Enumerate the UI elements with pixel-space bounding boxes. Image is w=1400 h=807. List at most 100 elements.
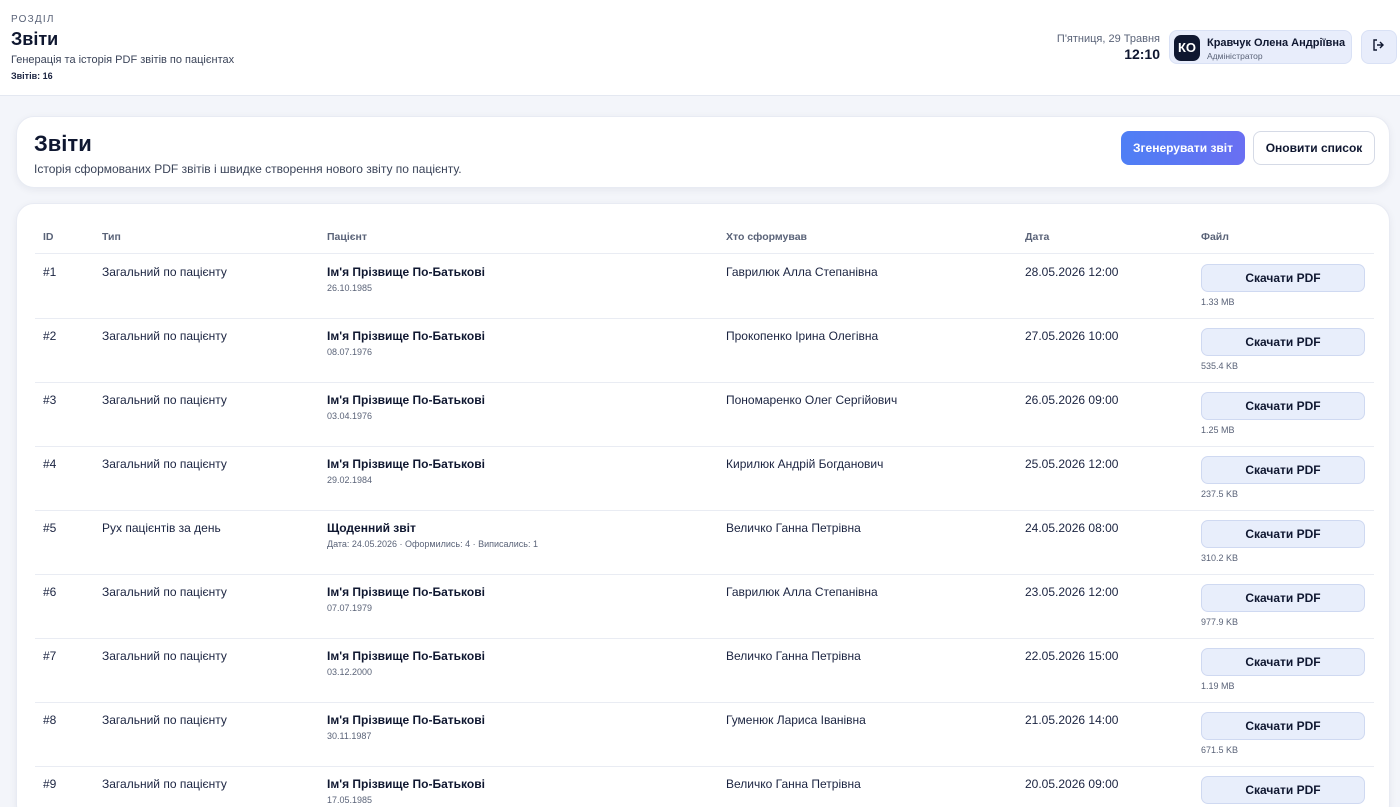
patient-name: Ім'я Прізвище По-Батькові bbox=[327, 777, 485, 791]
user-profile[interactable]: КО Кравчук Олена Андріївна Адміністратор bbox=[1169, 30, 1352, 64]
report-date: 27.05.2026 10:00 bbox=[1025, 329, 1119, 343]
report-date: 28.05.2026 12:00 bbox=[1025, 265, 1119, 279]
report-patient: Ім'я Прізвище По-Батькові 08.07.1976 bbox=[327, 329, 485, 357]
file-size: 671.5 KB bbox=[1201, 745, 1239, 755]
patient-details: 08.07.1976 bbox=[327, 347, 373, 357]
patient-name: Ім'я Прізвище По-Батькові bbox=[327, 585, 485, 599]
section-label: Розділ bbox=[11, 14, 55, 25]
patient-name: Ім'я Прізвище По-Батькові bbox=[327, 329, 485, 343]
report-id: #5 bbox=[43, 521, 57, 535]
report-file: Скачати PDF 671.5 KB bbox=[1201, 712, 1365, 755]
report-patient: Ім'я Прізвище По-Батькові 03.12.2000 bbox=[327, 649, 485, 677]
patient-details: 26.10.1985 bbox=[327, 283, 373, 293]
report-type: Загальний по пацієнту bbox=[102, 585, 227, 599]
page-subtitle: Генерація та історія PDF звітів по паціє… bbox=[11, 54, 235, 66]
report-patient: Щоденний звіт Дата: 24.05.2026 · Оформил… bbox=[327, 521, 538, 549]
logout-icon bbox=[1372, 38, 1386, 57]
report-author: Пономаренко Олег Сергійович bbox=[726, 393, 898, 407]
report-id: #9 bbox=[43, 777, 57, 791]
download-pdf-button[interactable]: Скачати PDF bbox=[1201, 648, 1365, 676]
download-pdf-button[interactable]: Скачати PDF bbox=[1201, 776, 1365, 804]
report-file: Скачати PDF 535.4 KB bbox=[1201, 328, 1365, 371]
table-row: #4 Загальний по пацієнту Ім'я Прізвище П… bbox=[35, 447, 1374, 511]
report-date: 20.05.2026 09:00 bbox=[1025, 777, 1119, 791]
report-date: 24.05.2026 08:00 bbox=[1025, 521, 1119, 535]
file-size: 310.2 KB bbox=[1201, 553, 1239, 563]
patient-details: 03.04.1976 bbox=[327, 411, 373, 421]
reports-count: Звітів: 16 bbox=[11, 71, 53, 81]
report-author: Прокопенко Ірина Олегівна bbox=[726, 329, 879, 343]
table-row: #2 Загальний по пацієнту Ім'я Прізвище П… bbox=[35, 319, 1374, 383]
card-subtitle: Історія сформованих PDF звітів і швидке … bbox=[34, 162, 462, 176]
report-id: #8 bbox=[43, 713, 57, 727]
download-pdf-button[interactable]: Скачати PDF bbox=[1201, 392, 1365, 420]
report-patient: Ім'я Прізвище По-Батькові 26.10.1985 bbox=[327, 265, 485, 293]
table-row: #8 Загальний по пацієнту Ім'я Прізвище П… bbox=[35, 703, 1374, 767]
report-type: Загальний по пацієнту bbox=[102, 329, 227, 343]
table-row: #5 Рух пацієнтів за день Щоденний звіт Д… bbox=[35, 511, 1374, 575]
table-row: #7 Загальний по пацієнту Ім'я Прізвище П… bbox=[35, 639, 1374, 703]
report-author: Величко Ганна Петрівна bbox=[726, 777, 861, 791]
column-header-date[interactable]: Дата bbox=[1025, 231, 1049, 243]
patient-name: Ім'я Прізвище По-Батькові bbox=[327, 265, 485, 279]
table-header: ID Тип Пацієнт Хто сформував Дата Файл bbox=[35, 226, 1374, 254]
file-size: 977.9 KB bbox=[1201, 617, 1239, 627]
report-id: #1 bbox=[43, 265, 57, 279]
report-id: #6 bbox=[43, 585, 57, 599]
current-date: П'ятниця, 29 Травня bbox=[1056, 33, 1160, 45]
report-file: Скачати PDF bbox=[1201, 776, 1365, 807]
column-header-file[interactable]: Файл bbox=[1201, 231, 1229, 243]
patient-details: 03.12.2000 bbox=[327, 667, 373, 677]
download-pdf-button[interactable]: Скачати PDF bbox=[1201, 264, 1365, 292]
patient-name: Ім'я Прізвище По-Батькові bbox=[327, 457, 485, 471]
file-size: 1.19 MB bbox=[1201, 681, 1235, 691]
generate-report-button[interactable]: Згенерувати звіт bbox=[1121, 131, 1245, 165]
report-author: Гаврилюк Алла Степанівна bbox=[726, 585, 878, 599]
column-header-type[interactable]: Тип bbox=[102, 231, 121, 243]
report-date: 22.05.2026 15:00 bbox=[1025, 649, 1119, 663]
table-row: #6 Загальний по пацієнту Ім'я Прізвище П… bbox=[35, 575, 1374, 639]
refresh-list-button[interactable]: Оновити список bbox=[1253, 131, 1375, 165]
file-size: 237.5 KB bbox=[1201, 489, 1239, 499]
download-pdf-button[interactable]: Скачати PDF bbox=[1201, 456, 1365, 484]
report-type: Загальний по пацієнту bbox=[102, 393, 227, 407]
report-author: Величко Ганна Петрівна bbox=[726, 649, 861, 663]
report-type: Загальний по пацієнту bbox=[102, 777, 227, 791]
table-row: #3 Загальний по пацієнту Ім'я Прізвище П… bbox=[35, 383, 1374, 447]
download-pdf-button[interactable]: Скачати PDF bbox=[1201, 520, 1365, 548]
file-size: 1.33 MB bbox=[1201, 297, 1235, 307]
download-pdf-button[interactable]: Скачати PDF bbox=[1201, 712, 1365, 740]
report-type: Загальний по пацієнту bbox=[102, 265, 227, 279]
patient-name: Ім'я Прізвище По-Батькові bbox=[327, 649, 485, 663]
report-file: Скачати PDF 237.5 KB bbox=[1201, 456, 1365, 499]
table-row: #1 Загальний по пацієнту Ім'я Прізвище П… bbox=[35, 255, 1374, 319]
reports-header-card: Звіти Історія сформованих PDF звітів і ш… bbox=[16, 116, 1390, 188]
patient-details: Дата: 24.05.2026 · Оформились: 4 · Випис… bbox=[327, 539, 538, 549]
file-size: 1.25 MB bbox=[1201, 425, 1235, 435]
page-title: Звіти bbox=[11, 29, 59, 49]
report-id: #7 bbox=[43, 649, 57, 663]
top-bar: Розділ Звіти Генерація та історія PDF зв… bbox=[0, 0, 1400, 96]
report-file: Скачати PDF 977.9 KB bbox=[1201, 584, 1365, 627]
column-header-id[interactable]: ID bbox=[43, 231, 54, 243]
report-date: 26.05.2026 09:00 bbox=[1025, 393, 1119, 407]
report-file: Скачати PDF 1.25 MB bbox=[1201, 392, 1365, 435]
download-pdf-button[interactable]: Скачати PDF bbox=[1201, 584, 1365, 612]
report-type: Загальний по пацієнту bbox=[102, 649, 227, 663]
report-author: Гуменюк Лариса Іванівна bbox=[726, 713, 866, 727]
patient-name: Щоденний звіт bbox=[327, 521, 416, 535]
card-title: Звіти bbox=[34, 131, 92, 156]
report-patient: Ім'я Прізвище По-Батькові 17.05.1985 bbox=[327, 777, 485, 805]
download-pdf-button[interactable]: Скачати PDF bbox=[1201, 328, 1365, 356]
report-type: Загальний по пацієнту bbox=[102, 457, 227, 471]
patient-name: Ім'я Прізвище По-Батькові bbox=[327, 713, 485, 727]
column-header-patient[interactable]: Пацієнт bbox=[327, 231, 367, 243]
report-id: #4 bbox=[43, 457, 57, 471]
report-id: #2 bbox=[43, 329, 57, 343]
column-header-author[interactable]: Хто сформував bbox=[726, 231, 807, 243]
logout-button[interactable] bbox=[1361, 30, 1397, 64]
report-author: Величко Ганна Петрівна bbox=[726, 521, 861, 535]
report-type: Загальний по пацієнту bbox=[102, 713, 227, 727]
avatar: КО bbox=[1174, 35, 1200, 61]
patient-details: 30.11.1987 bbox=[327, 731, 372, 741]
